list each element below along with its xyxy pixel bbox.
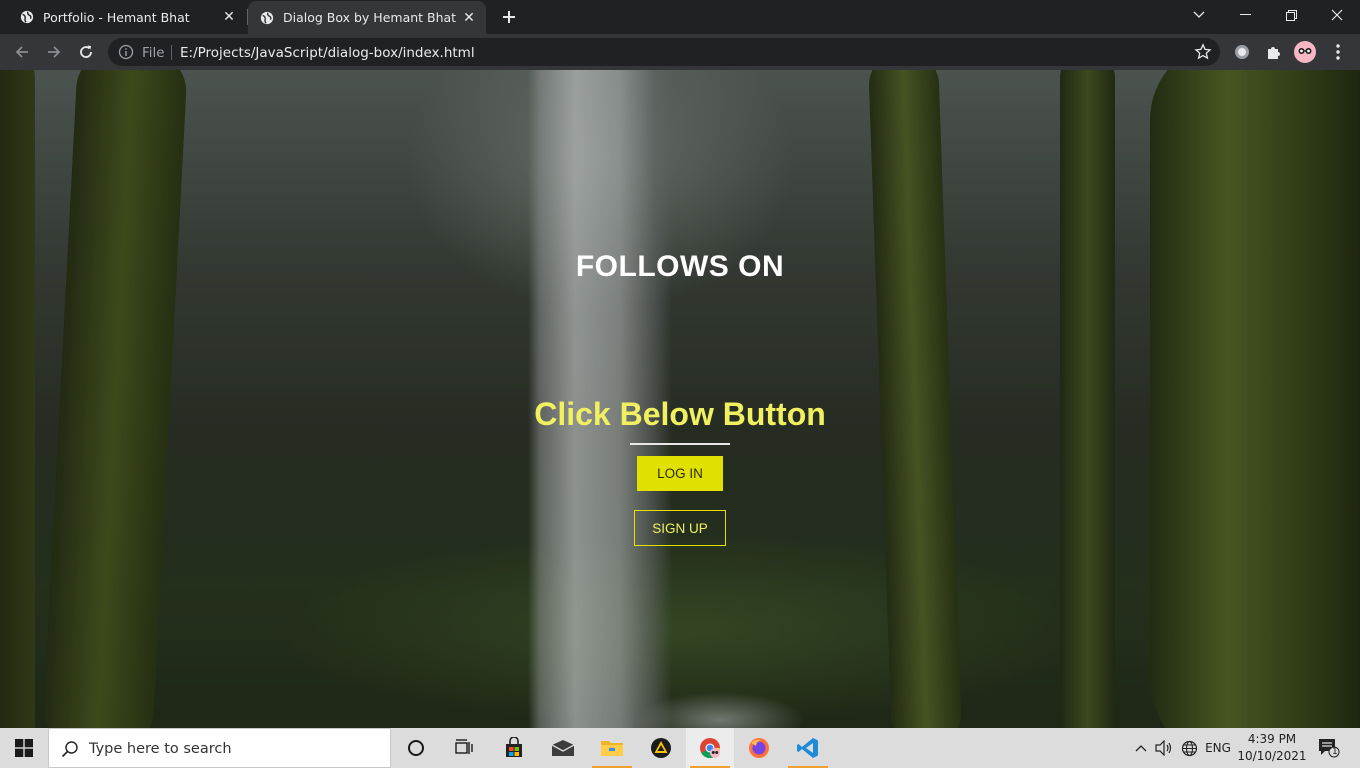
heading-divider [630, 443, 730, 445]
folder-icon [601, 741, 623, 756]
globe-icon [260, 11, 274, 24]
restore-button[interactable] [1268, 0, 1314, 30]
search-placeholder: Type here to search [89, 741, 232, 757]
omnibox-divider [171, 45, 172, 60]
forward-button[interactable] [42, 40, 66, 64]
chrome-icon [700, 738, 721, 759]
close-window-button[interactable] [1314, 0, 1360, 30]
menu-button[interactable] [1327, 41, 1349, 63]
minimize-button[interactable] [1222, 0, 1268, 30]
vscode-app[interactable] [784, 728, 832, 768]
scheme-label: File [142, 45, 165, 61]
reload-button[interactable] [74, 40, 98, 64]
tab-title: Dialog Box by Hemant Bhat [283, 10, 457, 25]
close-icon [1331, 9, 1343, 21]
page-subheading: Click Below Button [534, 396, 826, 432]
puzzle-icon [1268, 47, 1280, 59]
file-explorer-app[interactable] [588, 728, 636, 768]
circle-extension-icon [1235, 45, 1249, 59]
close-tab-icon[interactable]: ✕ [458, 7, 480, 29]
tab-portfolio[interactable]: Portfolio - Hemant Bhat ✕ [0, 0, 246, 34]
input-language[interactable]: ENG [1203, 728, 1233, 768]
close-tab-icon[interactable]: ✕ [218, 6, 240, 28]
cortana-button[interactable] [392, 728, 440, 768]
globe-icon [1181, 740, 1197, 756]
tab-dialog-box[interactable]: Dialog Box by Hemant Bhat ✕ [248, 1, 486, 34]
arrow-right-icon [48, 46, 61, 58]
network-button[interactable] [1178, 728, 1200, 768]
microsoft-store-icon [506, 737, 522, 757]
vlc-app[interactable] [637, 728, 685, 768]
task-view-icon [455, 739, 473, 754]
extensions-button[interactable] [1263, 41, 1285, 63]
show-hidden-icons-button[interactable] [1130, 728, 1152, 768]
back-button[interactable] [10, 40, 34, 64]
vscode-icon [797, 738, 818, 758]
page-heading: FOLLOWS ON [575, 250, 785, 283]
login-button[interactable]: LOG IN [637, 456, 723, 491]
kebab-menu-icon [1336, 44, 1340, 60]
avatar-icon [1294, 41, 1316, 63]
star-icon[interactable] [1194, 43, 1212, 61]
plus-icon [503, 11, 515, 23]
address-bar[interactable]: File E:/Projects/JavaScript/dialog-box/i… [108, 38, 1220, 66]
info-icon[interactable] [118, 44, 134, 60]
task-view-button[interactable] [440, 728, 488, 768]
mail-icon [551, 740, 575, 756]
windows-taskbar: Type here to search ENG 4:39 PM 10/10/20… [0, 728, 1360, 768]
store-app[interactable] [490, 728, 538, 768]
arrow-left-icon [15, 46, 28, 58]
globe-icon [20, 10, 34, 24]
chevron-down-icon [1193, 11, 1205, 18]
start-button[interactable] [0, 728, 48, 768]
taskbar-search[interactable]: Type here to search [48, 728, 391, 768]
taskbar-clock[interactable]: 4:39 PM 10/10/2021 [1232, 731, 1312, 765]
minimize-icon [1239, 14, 1251, 15]
firefox-icon [749, 738, 769, 758]
page-viewport: FOLLOWS ON Click Below Button LOG IN SIG… [0, 70, 1360, 728]
reload-icon [80, 45, 92, 58]
signup-button[interactable]: SIGN UP [634, 510, 726, 546]
speaker-icon [1155, 740, 1172, 756]
notification-center-button[interactable]: 1 [1314, 728, 1344, 768]
clock-time: 4:39 PM [1247, 732, 1297, 746]
new-tab-button[interactable] [498, 6, 520, 28]
browser-toolbar: File E:/Projects/JavaScript/dialog-box/i… [0, 34, 1360, 70]
tab-title: Portfolio - Hemant Bhat [43, 9, 190, 25]
chevron-up-icon [1135, 745, 1147, 752]
cortana-icon [408, 740, 424, 756]
notification-count: 1 [1332, 747, 1338, 757]
chrome-app[interactable] [686, 728, 734, 768]
arrow-triangle-app-icon [651, 738, 671, 758]
restore-icon [1285, 9, 1297, 21]
firefox-app[interactable] [735, 728, 783, 768]
url-text[interactable]: E:/Projects/JavaScript/dialog-box/index.… [180, 45, 475, 61]
mail-app[interactable] [539, 728, 587, 768]
clock-date: 10/10/2021 [1237, 749, 1307, 763]
volume-button[interactable] [1153, 728, 1175, 768]
tab-search-button[interactable] [1176, 0, 1222, 30]
search-icon [61, 741, 78, 758]
tab-strip: Portfolio - Hemant Bhat ✕ Dialog Box by … [0, 0, 1360, 34]
extension-button[interactable] [1231, 41, 1253, 63]
profile-button[interactable] [1294, 41, 1316, 63]
windows-logo-icon [15, 739, 33, 757]
